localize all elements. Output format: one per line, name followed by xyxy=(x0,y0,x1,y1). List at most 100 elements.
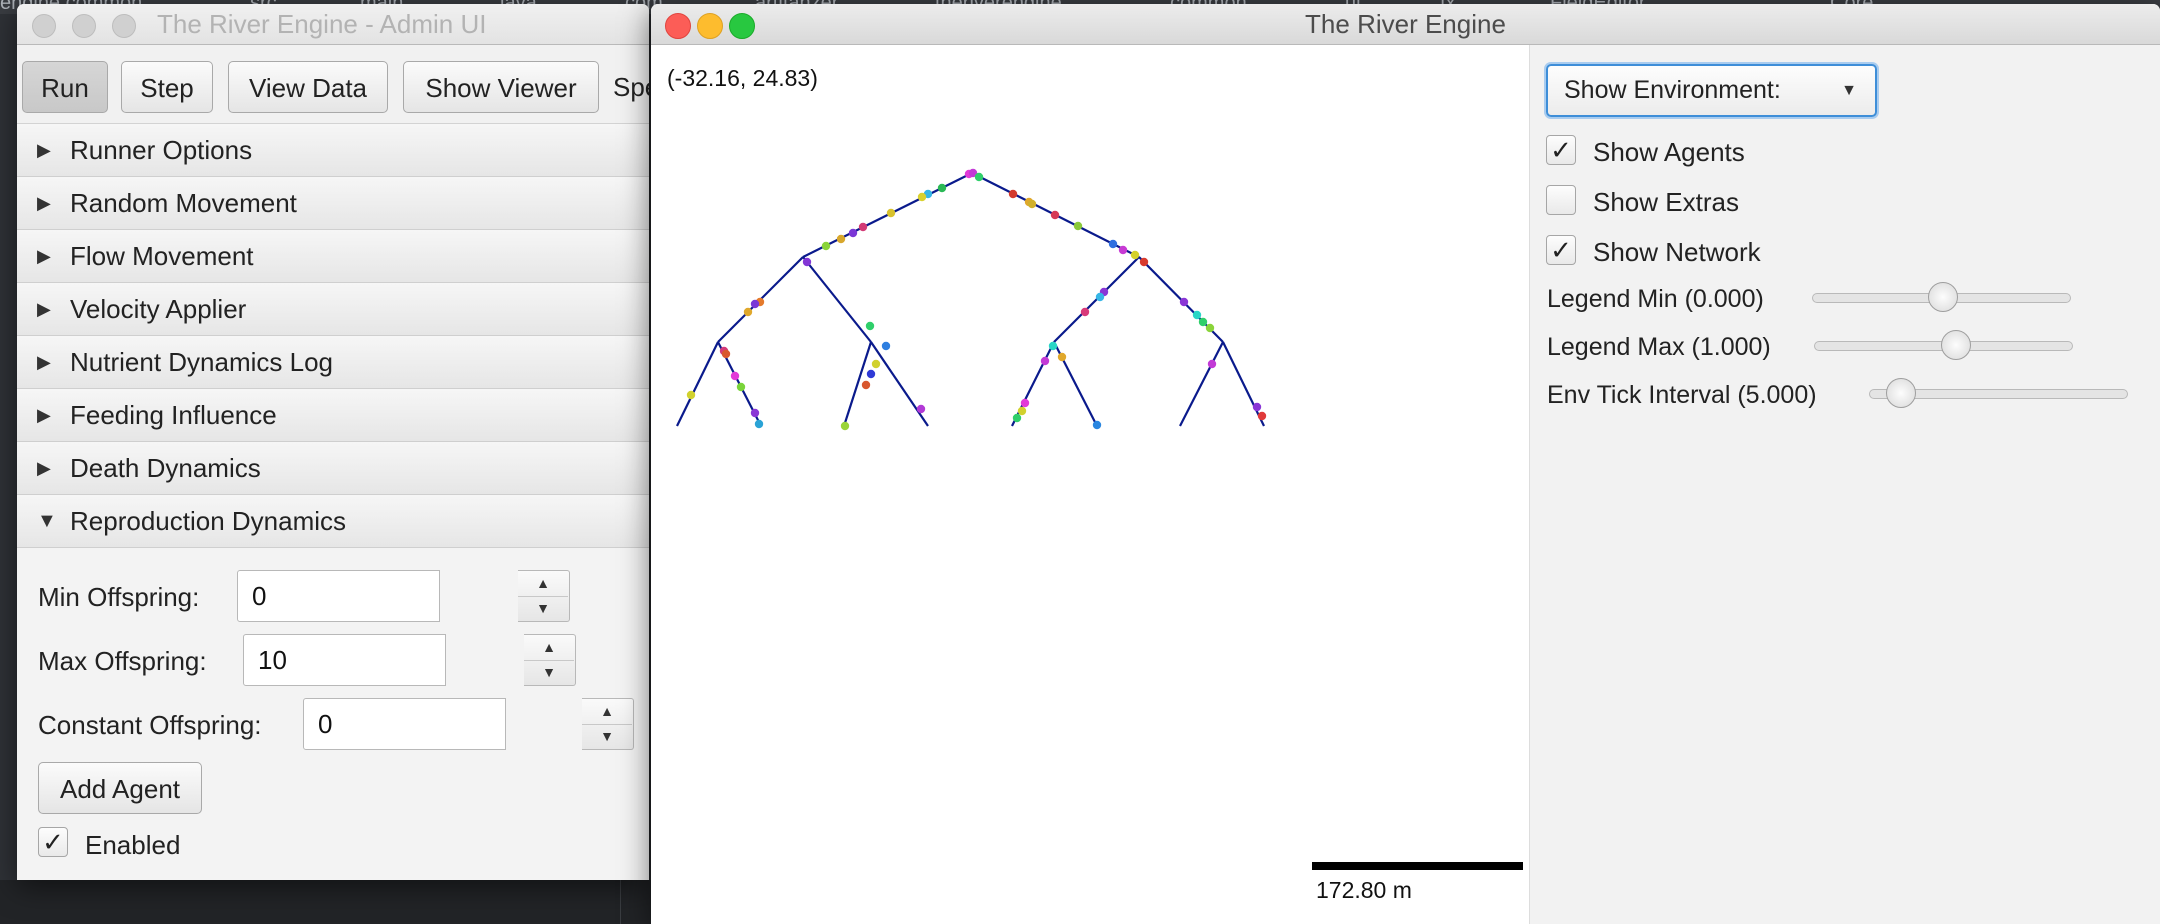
decrement-arrow-icon[interactable]: ▼ xyxy=(518,596,568,621)
section-label: Velocity Applier xyxy=(70,294,247,324)
agent-dot xyxy=(886,208,896,218)
agent-dot xyxy=(917,192,927,202)
scale-bar-label: 172.80 m xyxy=(1316,877,1412,903)
agent-dot xyxy=(750,408,760,418)
show-agents-checkbox[interactable]: ✓ xyxy=(1546,135,1576,165)
section-label: Feeding Influence xyxy=(70,400,277,430)
section-label: Death Dynamics xyxy=(70,453,261,483)
decrement-arrow-icon[interactable]: ▼ xyxy=(524,660,574,685)
agent-dot xyxy=(1205,323,1215,333)
chevron-down-icon: ▼ xyxy=(1841,82,1857,99)
section-label: Reproduction Dynamics xyxy=(70,506,347,536)
dropdown-label: Show Environment: xyxy=(1564,76,1781,104)
agent-dot xyxy=(1048,341,1058,351)
network-viewer-canvas[interactable]: (-32.16, 24.83) 172.80 m xyxy=(651,45,1529,924)
agent-dot xyxy=(871,359,881,369)
speed-button-clipped[interactable]: Spe xyxy=(613,61,649,113)
agent-dot xyxy=(1118,245,1128,255)
collapse-arrow-icon: ▼ xyxy=(37,510,57,532)
legend-min-slider-thumb[interactable] xyxy=(1928,282,1958,312)
agent-dot xyxy=(1192,310,1202,320)
constant-offspring-input[interactable]: 0 xyxy=(303,698,506,750)
agent-dot xyxy=(1179,297,1189,307)
agent-dot xyxy=(881,341,891,351)
run-button[interactable]: Run xyxy=(22,61,108,113)
section-flow-movement[interactable]: ▶ Flow Movement xyxy=(17,230,649,283)
add-agent-button[interactable]: Add Agent xyxy=(38,762,202,814)
settings-accordion: ▶ Runner Options ▶ Random Movement ▶ Flo… xyxy=(17,124,649,548)
max-offspring-label: Max Offspring: xyxy=(38,646,207,676)
step-button[interactable]: Step xyxy=(121,61,213,113)
expand-arrow-icon: ▶ xyxy=(37,140,51,160)
agent-dot xyxy=(1080,307,1090,317)
ide-divider xyxy=(620,880,621,924)
river-window-title: The River Engine xyxy=(1305,9,1506,39)
constant-offspring-stepper[interactable]: ▲ ▼ xyxy=(582,698,634,750)
river-segment xyxy=(676,341,719,427)
section-label: Runner Options xyxy=(70,135,253,165)
expand-arrow-icon: ▶ xyxy=(37,352,51,372)
section-feeding-influence[interactable]: ▶ Feeding Influence xyxy=(17,389,649,442)
expand-arrow-icon: ▶ xyxy=(37,405,51,425)
river-titlebar[interactable]: The River Engine xyxy=(651,4,2160,45)
section-random-movement[interactable]: ▶ Random Movement xyxy=(17,177,649,230)
section-reproduction-dynamics[interactable]: ▼ Reproduction Dynamics xyxy=(17,495,649,548)
admin-titlebar[interactable]: The River Engine - Admin UI xyxy=(17,4,649,45)
expand-arrow-icon: ▶ xyxy=(37,246,51,266)
agent-dot xyxy=(865,321,875,331)
agent-dot xyxy=(848,228,858,238)
agent-dot xyxy=(1095,292,1105,302)
admin-window-title: The River Engine - Admin UI xyxy=(157,9,487,39)
section-velocity-applier[interactable]: ▶ Velocity Applier xyxy=(17,283,649,336)
checkmark-icon: ✓ xyxy=(42,827,64,857)
show-network-label: Show Network xyxy=(1593,237,1761,267)
agent-dot xyxy=(1073,221,1083,231)
max-offspring-stepper[interactable]: ▲ ▼ xyxy=(524,634,576,686)
show-extras-label: Show Extras xyxy=(1593,187,1739,217)
section-death-dynamics[interactable]: ▶ Death Dynamics xyxy=(17,442,649,495)
agent-dot xyxy=(1139,257,1149,267)
agent-dot xyxy=(1108,239,1118,249)
enabled-checkbox[interactable]: ✓ xyxy=(38,827,68,857)
min-offspring-label: Min Offspring: xyxy=(38,582,200,612)
agent-dot xyxy=(721,349,731,359)
expand-arrow-icon: ▶ xyxy=(37,458,51,478)
show-environment-dropdown[interactable]: Show Environment: ▼ xyxy=(1546,64,1877,117)
show-viewer-button[interactable]: Show Viewer xyxy=(403,61,599,113)
agent-dot xyxy=(1207,359,1217,369)
show-extras-checkbox[interactable] xyxy=(1546,185,1576,215)
close-button[interactable] xyxy=(32,14,56,38)
expand-arrow-icon: ▶ xyxy=(37,299,51,319)
env-tick-slider-thumb[interactable] xyxy=(1886,378,1916,408)
show-network-checkbox[interactable]: ✓ xyxy=(1546,235,1576,265)
agent-dot xyxy=(1008,189,1018,199)
agent-dot xyxy=(743,307,753,317)
view-data-button[interactable]: View Data xyxy=(228,61,388,113)
agent-dot xyxy=(840,421,850,431)
decrement-arrow-icon[interactable]: ▼ xyxy=(582,724,632,749)
agent-dot xyxy=(821,241,831,251)
agent-dot xyxy=(1017,406,1027,416)
agent-dot xyxy=(937,183,947,193)
max-offspring-input[interactable]: 10 xyxy=(243,634,446,686)
agent-dot xyxy=(1092,420,1102,430)
agent-dot xyxy=(1198,317,1208,327)
increment-arrow-icon[interactable]: ▲ xyxy=(518,571,568,597)
checkmark-icon: ✓ xyxy=(1550,235,1572,265)
increment-arrow-icon[interactable]: ▲ xyxy=(524,635,574,661)
agent-dot xyxy=(730,371,740,381)
zoom-button[interactable] xyxy=(112,14,136,38)
river-segment xyxy=(1179,341,1224,427)
agent-dot xyxy=(802,257,812,267)
expand-arrow-icon: ▶ xyxy=(37,193,51,213)
agent-dot xyxy=(750,299,760,309)
min-offspring-stepper[interactable]: ▲ ▼ xyxy=(518,570,570,622)
min-offspring-input[interactable]: 0 xyxy=(237,570,440,622)
section-nutrient-dynamics-log[interactable]: ▶ Nutrient Dynamics Log xyxy=(17,336,649,389)
minimize-button[interactable] xyxy=(72,14,96,38)
section-runner-options[interactable]: ▶ Runner Options xyxy=(17,124,649,177)
agent-dot xyxy=(1020,398,1030,408)
legend-max-slider-thumb[interactable] xyxy=(1941,330,1971,360)
agent-dot xyxy=(1057,352,1067,362)
increment-arrow-icon[interactable]: ▲ xyxy=(582,699,632,725)
